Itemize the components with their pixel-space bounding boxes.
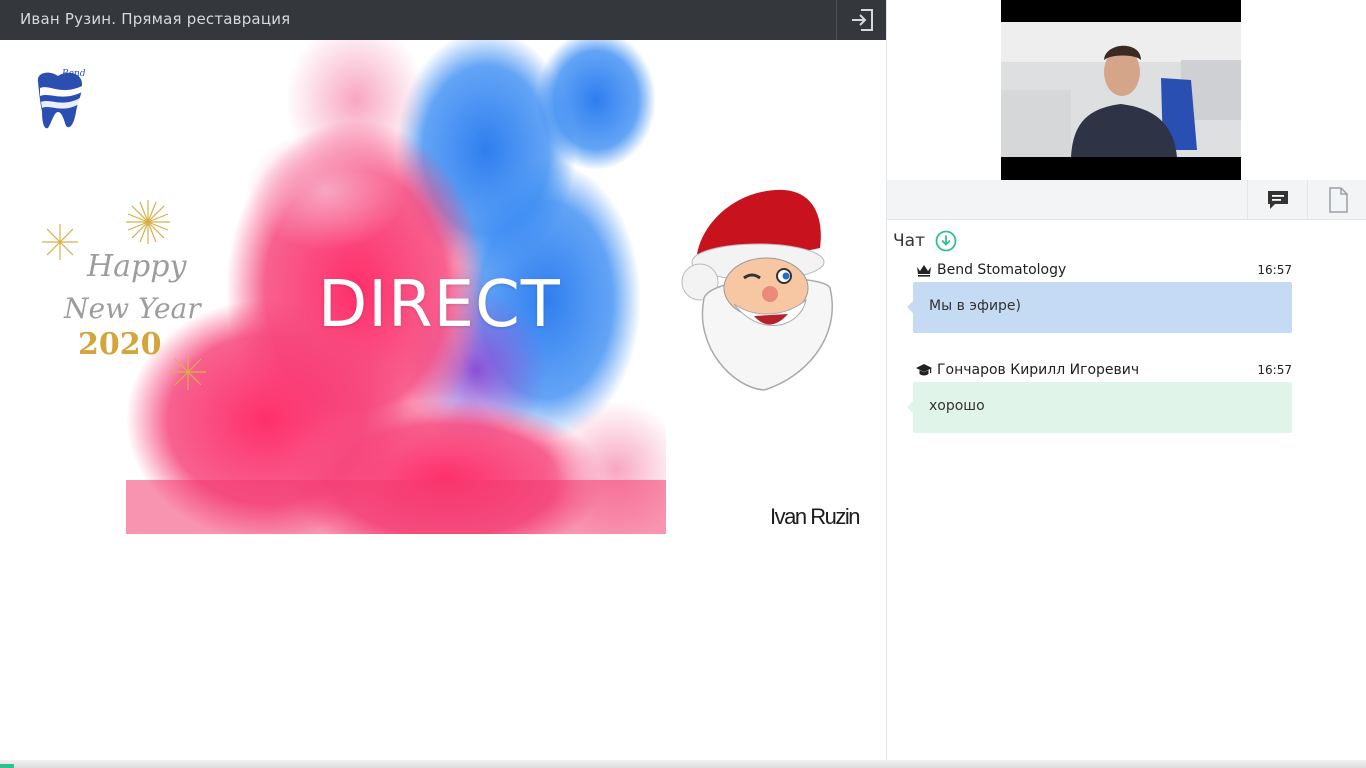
greeting-line-3: 2020 xyxy=(78,327,162,362)
crown-icon xyxy=(917,265,931,277)
tab-chat[interactable] xyxy=(1247,180,1307,220)
sidebar-tabs xyxy=(887,180,1366,220)
progress-indicator xyxy=(0,764,14,768)
sidebar-pane: Чат Bend Stomatology 16:57 Мы в эфире) Г… xyxy=(886,0,1366,768)
presenter-video[interactable] xyxy=(1001,0,1241,180)
slide: DIRECT Ivan Ruzin Bend Happy New Year 20… xyxy=(0,40,886,534)
presentation-title: Иван Рузин. Прямая реставрация xyxy=(20,10,291,28)
greeting-line-1: Happy xyxy=(86,249,187,284)
document-icon xyxy=(1328,187,1348,213)
download-circle-icon[interactable] xyxy=(935,230,957,252)
happy-new-year-graphic: Happy New Year 2020 xyxy=(42,200,206,390)
message-meta: Гончаров Кирилл Игоревич 16:57 xyxy=(913,361,1292,379)
message-time: 16:57 xyxy=(1257,363,1292,377)
santa-image xyxy=(681,189,833,391)
svg-text:Bend: Bend xyxy=(61,69,86,79)
clinic-logo: Bend xyxy=(37,69,86,129)
chat-message: Bend Stomatology 16:57 Мы в эфире) xyxy=(907,261,1292,333)
chat-header: Чат xyxy=(893,230,957,252)
exit-button[interactable] xyxy=(836,0,886,40)
tab-files[interactable] xyxy=(1307,180,1366,220)
message-author: Bend Stomatology xyxy=(937,262,1067,278)
slide-headline: DIRECT xyxy=(318,268,561,342)
presentation-header: Иван Рузин. Прямая реставрация xyxy=(0,0,886,40)
message-bubble: Мы в эфире) xyxy=(907,282,1292,333)
author-signature: Ivan Ruzin xyxy=(770,504,860,529)
message-time: 16:57 xyxy=(1257,263,1292,277)
chat-title: Чат xyxy=(893,231,925,251)
message-text: хорошо xyxy=(929,398,985,414)
message-author: Гончаров Кирилл Игоревич xyxy=(937,362,1140,378)
chat-message: Гончаров Кирилл Игоревич 16:57 хорошо xyxy=(907,361,1292,433)
message-meta: Bend Stomatology 16:57 xyxy=(913,261,1292,279)
sign-in-icon xyxy=(851,9,873,31)
bottom-bar xyxy=(0,760,1366,768)
message-bubble: хорошо xyxy=(907,382,1292,433)
greeting-line-2: New Year xyxy=(63,292,202,325)
chat-bubble-icon xyxy=(1267,191,1288,209)
graduation-cap-icon xyxy=(916,364,932,376)
presenter-video-frame xyxy=(1001,22,1241,157)
presentation-pane: Иван Рузин. Прямая реставрация DIRECT Iv… xyxy=(0,0,886,768)
message-text: Мы в эфире) xyxy=(929,298,1021,314)
